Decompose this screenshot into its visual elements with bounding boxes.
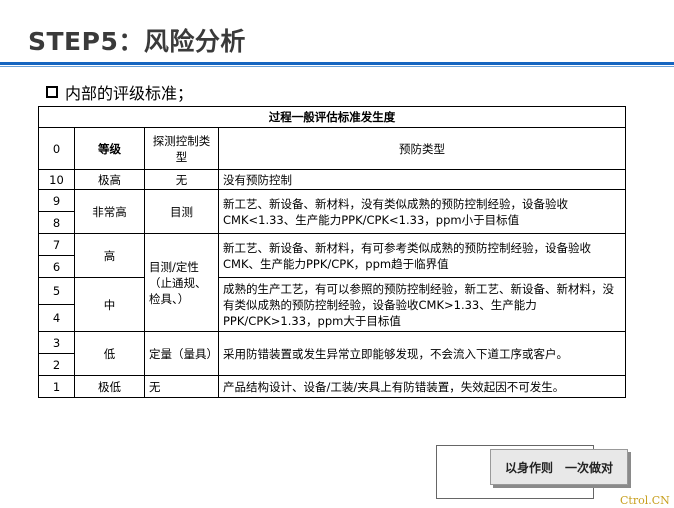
- score-cell: 5: [38, 277, 75, 305]
- table-caption-row: 过程一般评估标准发生度: [38, 106, 626, 128]
- detection-cell: 目测/定性（止通规、检具、）: [144, 233, 219, 332]
- score-cell: 3: [38, 331, 75, 354]
- prevention-cell: 没有预防控制: [218, 169, 626, 190]
- prevention-cell: 新工艺、新设备、新材料，没有类似成熟的预防控制经验，设备验收CMK<1.33、生…: [218, 189, 626, 234]
- table-row: 9 非常高 目测 新工艺、新设备、新材料，没有类似成熟的预防控制经验，设备验收C…: [38, 189, 626, 234]
- prevention-cell: 新工艺、新设备、新材料，有可参考类似成熟的预防控制经验，设备验收CMK、生产能力…: [218, 233, 626, 278]
- score-cell: 2: [38, 353, 75, 376]
- level-cell: 中: [74, 277, 145, 332]
- page-title: STEP5：风险分析: [28, 27, 246, 56]
- score-cell: 1: [38, 375, 75, 398]
- detection-cell: 定量（量具）: [144, 331, 219, 376]
- level-cell: 低: [74, 331, 145, 376]
- level-cell: 极低: [74, 375, 145, 398]
- table-caption: 过程一般评估标准发生度: [38, 106, 626, 128]
- slogan-stamp: 以身作则 一次做对: [490, 449, 628, 485]
- header-prevention: 预防类型: [218, 127, 626, 170]
- score-cell: 10: [38, 169, 75, 190]
- header-level: 等级: [74, 127, 145, 170]
- prevention-cell: 产品结构设计、设备/工装/夹具上有防错装置，失效起因不可发生。: [218, 375, 626, 398]
- title-divider-thin: [0, 66, 674, 67]
- subheading-text: 内部的评级标准；: [65, 84, 194, 103]
- table-row: 5 中 成熟的生产工艺，有可以参照的预防控制经验，新工艺、新设备、新材料，没有类…: [38, 277, 626, 332]
- score-cell: 9: [38, 189, 75, 212]
- score-cell: 6: [38, 255, 75, 278]
- title-divider: [0, 62, 674, 65]
- watermark: Ctrol.CN: [620, 494, 670, 507]
- prevention-cell: 采用防错装置或发生异常立即能够发现，不会流入下道工序或客户。: [218, 331, 626, 376]
- occurrence-criteria-table: 过程一般评估标准发生度 0 等级 探测控制类型 预防类型 10 极高 无 没有预…: [38, 106, 626, 398]
- level-cell: 非常高: [74, 189, 145, 234]
- prevention-cell: 成熟的生产工艺，有可以参照的预防控制经验，新工艺、新设备、新材料，没有类似成熟的…: [218, 277, 626, 332]
- score-cell: 7: [38, 233, 75, 256]
- subheading: 内部的评级标准；: [46, 80, 193, 104]
- table-row: 3 低 定量（量具） 采用防错装置或发生异常立即能够发现，不会流入下道工序或客户…: [38, 331, 626, 376]
- table-header-row: 0 等级 探测控制类型 预防类型: [38, 127, 626, 170]
- table-row: 7 高 目测/定性（止通规、检具、） 新工艺、新设备、新材料，有可参考类似成熟的…: [38, 233, 626, 332]
- square-bullet-icon: [46, 86, 58, 98]
- table-row: 1 极低 无 产品结构设计、设备/工装/夹具上有防错装置，失效起因不可发生。: [38, 375, 626, 398]
- table-row: 10 极高 无 没有预防控制: [38, 169, 626, 190]
- score-cell: 4: [38, 304, 75, 332]
- level-cell: 极高: [74, 169, 145, 190]
- detection-cell: 无: [144, 169, 219, 190]
- score-cell: 8: [38, 211, 75, 234]
- header-detection: 探测控制类型: [144, 127, 219, 170]
- level-cell: 高: [74, 233, 145, 278]
- detection-cell: 无: [144, 375, 219, 398]
- detection-cell: 目测: [144, 189, 219, 234]
- header-score: 0: [38, 127, 75, 170]
